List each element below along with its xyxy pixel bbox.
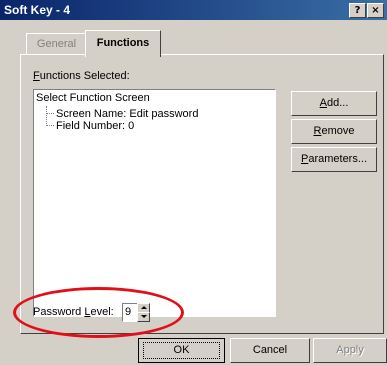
cancel-button[interactable]: Cancel <box>230 338 310 363</box>
tree-connector <box>46 113 54 114</box>
highlight-ellipse <box>13 287 184 338</box>
window-title: Soft Key - 4 <box>4 3 71 17</box>
close-button[interactable]: × <box>367 3 384 18</box>
tab-functions[interactable]: Functions <box>85 30 161 57</box>
ok-button[interactable]: OK <box>138 338 225 363</box>
tree-item-screen-name[interactable]: Screen Name: Edit password <box>56 108 198 120</box>
tree-connector <box>46 106 47 126</box>
parameters-button[interactable]: Parameters... <box>291 147 377 172</box>
soft-key-dialog: Soft Key - 4 ? × General Functions Funct… <box>0 0 387 365</box>
tree-connector <box>46 125 54 126</box>
title-bar[interactable]: Soft Key - 4 ? × <box>0 0 387 20</box>
functions-tree-list[interactable]: Select Function Screen Screen Name: Edit… <box>33 89 276 317</box>
focus-rect <box>143 342 220 359</box>
apply-button[interactable]: Apply <box>313 338 387 363</box>
tab-general[interactable]: General <box>26 33 87 55</box>
functions-selected-label: Functions Selected: <box>33 70 130 82</box>
add-button[interactable]: Add... <box>291 91 377 116</box>
tree-item-root[interactable]: Select Function Screen <box>36 92 150 104</box>
help-button[interactable]: ? <box>349 3 366 18</box>
remove-button[interactable]: Remove <box>291 119 377 144</box>
tree-item-field-number[interactable]: Field Number: 0 <box>56 120 134 132</box>
